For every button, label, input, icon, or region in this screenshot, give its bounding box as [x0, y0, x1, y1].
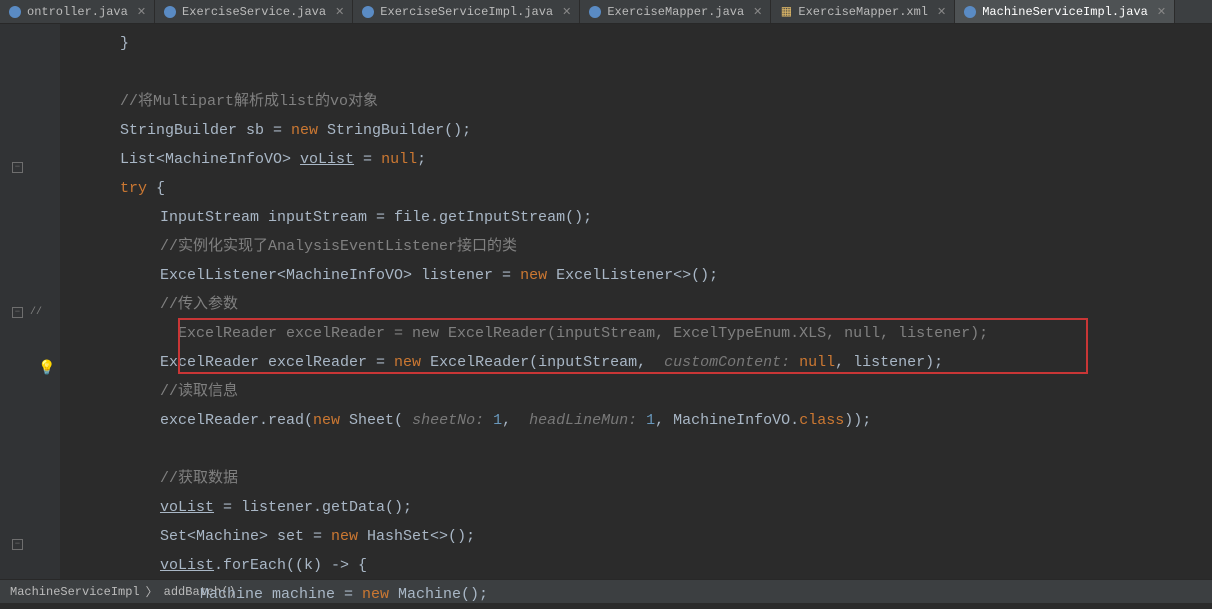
- code-text: StringBuilder sb =: [120, 122, 291, 139]
- tab-label: ExerciseServiceImpl.java: [380, 5, 553, 19]
- fold-icon[interactable]: −: [12, 539, 23, 550]
- code-keyword: new: [520, 267, 547, 284]
- code-text: StringBuilder();: [318, 122, 471, 139]
- code-keyword: new: [291, 122, 318, 139]
- tab-exercise-service[interactable]: ExerciseService.java ✕: [155, 0, 353, 23]
- code-comment: //传入参数: [160, 296, 238, 313]
- code-keyword: try: [120, 180, 147, 197]
- code-comment: //实例化实现了AnalysisEventListener接口的类: [160, 238, 517, 255]
- code-text: InputStream inputStream = file.getInputS…: [160, 209, 592, 226]
- tab-label: MachineServiceImpl.java: [982, 5, 1148, 19]
- code-text: , listener);: [835, 354, 943, 371]
- tab-label: ExerciseService.java: [182, 5, 326, 19]
- code-number: 1: [646, 412, 655, 429]
- tab-exercise-service-impl[interactable]: ExerciseServiceImpl.java ✕: [353, 0, 580, 23]
- editor-area: − − // 💡 − } //将Multipart解析成list的vo对象 St…: [0, 24, 1212, 579]
- code-text: List<MachineInfoVO>: [120, 151, 300, 168]
- bulb-icon[interactable]: 💡: [38, 360, 55, 377]
- tab-exercise-mapper-xml[interactable]: ▦ ExerciseMapper.xml ✕: [771, 0, 955, 23]
- code-comment: //获取数据: [160, 470, 238, 487]
- code-text: Set<Machine> set =: [160, 528, 331, 545]
- code-text: ;: [417, 151, 426, 168]
- code-text: ,: [502, 412, 520, 429]
- code-editor[interactable]: } //将Multipart解析成list的vo对象 StringBuilder…: [60, 24, 1212, 579]
- tab-controller[interactable]: ontroller.java ✕: [0, 0, 155, 23]
- code-text: =: [354, 151, 381, 168]
- code-text: , MachineInfoVO.: [655, 412, 799, 429]
- code-text: excelReader.read(: [160, 412, 313, 429]
- code-keyword: null: [799, 354, 835, 371]
- close-icon[interactable]: ✕: [133, 5, 146, 19]
- code-text: ExcelReader(inputStream,: [421, 354, 655, 371]
- code-text: .forEach((k) -> {: [214, 557, 367, 574]
- code-var: voList: [300, 151, 354, 168]
- code-comment: //将Multipart解析成list的vo对象: [120, 93, 378, 110]
- param-hint: headLineMun:: [520, 412, 646, 429]
- param-hint: sheetNo:: [403, 412, 493, 429]
- param-hint: customContent:: [655, 354, 799, 371]
- code-comment: ExcelReader excelReader = new ExcelReade…: [160, 325, 988, 342]
- class-icon: [361, 5, 375, 19]
- gutter[interactable]: − − // 💡 −: [0, 24, 60, 579]
- fold-icon[interactable]: −: [12, 307, 23, 318]
- tab-label: ontroller.java: [27, 5, 128, 19]
- code-var: voList: [160, 557, 214, 574]
- fold-icon[interactable]: −: [12, 162, 23, 173]
- code-keyword: new: [331, 528, 358, 545]
- code-text: Sheet(: [340, 412, 403, 429]
- code-text: {: [147, 180, 165, 197]
- code-var: voList: [160, 499, 214, 516]
- close-icon[interactable]: ✕: [749, 5, 762, 19]
- class-icon: [163, 5, 177, 19]
- close-icon[interactable]: ✕: [1153, 5, 1166, 19]
- tab-machine-service-impl[interactable]: MachineServiceImpl.java ✕: [955, 0, 1175, 23]
- code-text: ExcelListener<>();: [547, 267, 718, 284]
- editor-tabs: ontroller.java ✕ ExerciseService.java ✕ …: [0, 0, 1212, 24]
- code-keyword: class: [799, 412, 844, 429]
- close-icon[interactable]: ✕: [331, 5, 344, 19]
- code-text: Machine();: [389, 586, 488, 603]
- code-text: = listener.getData();: [214, 499, 412, 516]
- close-icon[interactable]: ✕: [558, 5, 571, 19]
- class-icon: [588, 5, 602, 19]
- code-text: Machine machine =: [200, 586, 362, 603]
- code-keyword: new: [313, 412, 340, 429]
- tab-exercise-mapper[interactable]: ExerciseMapper.java ✕: [580, 0, 771, 23]
- tab-label: ExerciseMapper.xml: [798, 5, 928, 19]
- code-text: ExcelListener<MachineInfoVO> listener =: [160, 267, 520, 284]
- comment-marker: //: [30, 307, 42, 318]
- code-keyword: null: [381, 151, 417, 168]
- close-icon[interactable]: ✕: [933, 5, 946, 19]
- code-number: 1: [493, 412, 502, 429]
- code-keyword: new: [394, 354, 421, 371]
- tab-label: ExerciseMapper.java: [607, 5, 744, 19]
- code-text: }: [120, 35, 129, 52]
- code-comment: //读取信息: [160, 383, 238, 400]
- code-text: ));: [844, 412, 871, 429]
- code-keyword: new: [362, 586, 389, 603]
- code-text: HashSet<>();: [358, 528, 475, 545]
- code-text: ExcelReader excelReader =: [160, 354, 394, 371]
- class-icon: [963, 5, 977, 19]
- class-icon: [8, 5, 22, 19]
- xml-file-icon: ▦: [779, 5, 793, 19]
